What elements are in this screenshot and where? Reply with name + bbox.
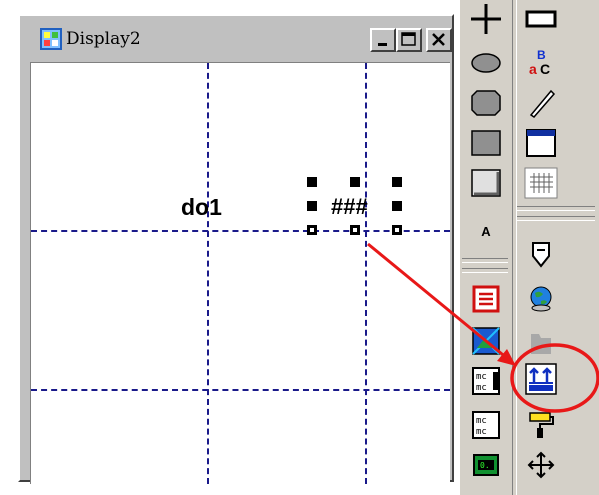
svg-text:mc: mc	[476, 383, 487, 393]
drawing-toolbox: A mc mc mc mc 0. B a C	[460, 0, 599, 495]
numeric-display-tool-button[interactable]: 0.	[466, 446, 506, 484]
close-icon	[432, 33, 445, 46]
list-icon	[472, 285, 500, 313]
minimize-icon	[378, 43, 387, 46]
filled-rectangle-icon	[471, 130, 501, 156]
svg-text:C: C	[540, 61, 550, 77]
line-icon	[529, 89, 556, 118]
bar-data-icon	[525, 363, 557, 395]
text-tool-label: A	[481, 223, 491, 239]
rectangle-outline-icon	[525, 10, 557, 28]
multi-text-tool-button[interactable]: mc mc	[466, 406, 506, 444]
abc-text-icon: B a C	[529, 48, 550, 77]
display-window: Display2 do1 ###	[18, 14, 454, 484]
selection-handle[interactable]	[392, 225, 402, 235]
svg-text:mc: mc	[476, 372, 487, 382]
svg-text:0.: 0.	[480, 461, 490, 470]
selection-handle[interactable]	[307, 177, 317, 187]
move-arrows-icon	[527, 451, 555, 479]
close-button[interactable]	[426, 28, 452, 52]
window-title: Display2	[66, 29, 141, 49]
crosshair-tool-button[interactable]	[466, 0, 506, 38]
toolbox-column-divider	[512, 0, 517, 495]
tag-value-display[interactable]: ###	[331, 194, 368, 220]
grid-line-vertical	[207, 63, 209, 484]
3d-frame-icon	[471, 169, 501, 197]
app-icon	[40, 28, 62, 50]
tag-tool-button[interactable]	[521, 236, 561, 274]
toolbox-separator	[462, 258, 508, 263]
abc-text-tool-button[interactable]: B a C	[521, 44, 561, 82]
toolbox-separator	[462, 268, 508, 273]
paint-roller-icon	[529, 412, 554, 438]
rounded-rect-icon	[471, 90, 501, 116]
tag-icon	[532, 242, 550, 268]
window-title-bar[interactable]: Display2	[30, 24, 452, 56]
grid-line-vertical	[365, 63, 367, 484]
grid-tool-button[interactable]	[521, 164, 561, 202]
disabled-tool-button[interactable]	[521, 322, 561, 360]
display-canvas[interactable]: do1 ###	[30, 62, 450, 484]
text-tool-button[interactable]: A	[466, 212, 506, 250]
selection-handle[interactable]	[392, 177, 402, 187]
toolbox-separator	[517, 206, 595, 211]
disabled-tool-icon	[531, 334, 551, 354]
picture-tool-button[interactable]	[466, 322, 506, 360]
crosshair-icon	[471, 4, 501, 34]
svg-text:B: B	[537, 48, 546, 62]
svg-text:mc: mc	[476, 416, 487, 426]
paint-roller-tool-button[interactable]	[521, 406, 561, 444]
list-tool-button[interactable]	[466, 280, 506, 318]
picture-icon	[472, 327, 500, 355]
selection-handle[interactable]	[350, 225, 360, 235]
rectangle-outline-tool-button[interactable]	[521, 0, 561, 38]
globe-icon	[530, 286, 552, 312]
maximize-icon	[401, 32, 416, 46]
selection-handle[interactable]	[350, 177, 360, 187]
grid-line-horizontal	[31, 230, 450, 232]
selection-handle[interactable]	[392, 201, 402, 211]
rounded-rect-tool-button[interactable]	[466, 84, 506, 122]
svg-text:a: a	[529, 61, 537, 77]
toolbox-separator	[517, 216, 595, 221]
line-tool-button[interactable]	[521, 84, 561, 122]
svg-text:mc: mc	[476, 427, 487, 437]
bar-data-tool-button[interactable]	[521, 360, 561, 398]
window-frame-icon	[526, 129, 556, 157]
ellipse-tool-button[interactable]	[466, 44, 506, 82]
multi-state-tool-button[interactable]: mc mc	[466, 362, 506, 400]
tag-label-do1[interactable]: do1	[181, 194, 222, 221]
multi-state-icon: mc mc	[472, 367, 500, 395]
selection-handle[interactable]	[307, 201, 317, 211]
move-tool-button[interactable]	[521, 446, 561, 484]
web-link-tool-button[interactable]	[521, 280, 561, 318]
3d-frame-tool-button[interactable]	[466, 164, 506, 202]
minimize-button[interactable]	[370, 28, 396, 52]
ellipse-icon	[471, 53, 501, 73]
numeric-display-icon: 0.	[473, 454, 499, 476]
selection-handle[interactable]	[307, 225, 317, 235]
grid-icon	[524, 167, 558, 199]
multi-text-icon: mc mc	[472, 411, 500, 439]
grid-line-horizontal	[31, 389, 450, 391]
rectangle-tool-button[interactable]	[466, 124, 506, 162]
window-frame-tool-button[interactable]	[521, 124, 561, 162]
maximize-button[interactable]	[396, 28, 422, 52]
